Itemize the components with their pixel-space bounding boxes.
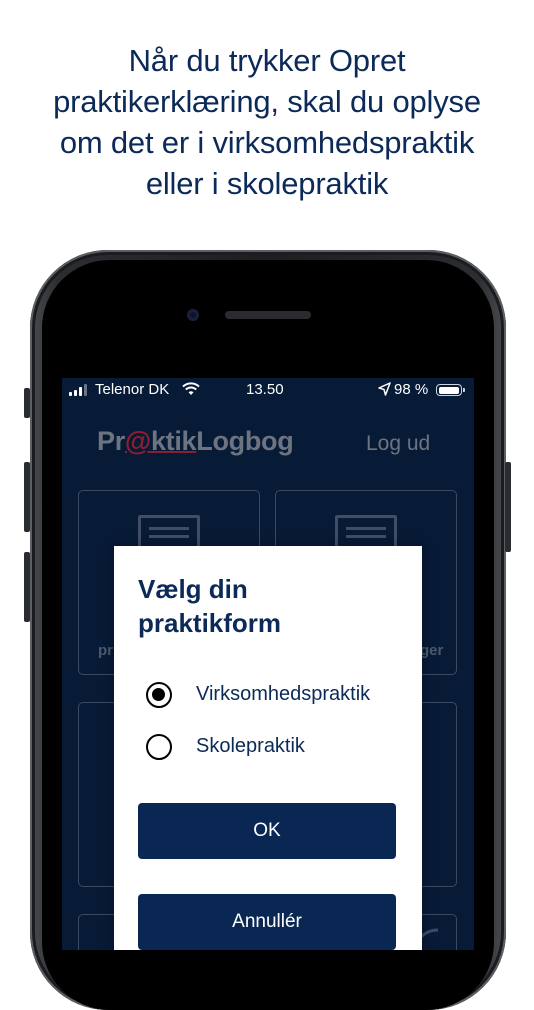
headline-line: praktikerklæring, skal du oplyse (53, 84, 481, 119)
volume-down-button (24, 552, 30, 622)
logo-at-sign: @ (124, 426, 151, 456)
radio-label[interactable]: Skolepraktik (196, 735, 305, 758)
wifi-icon (182, 382, 200, 395)
earpiece-speaker (225, 311, 311, 319)
headline-line: eller i skolepraktik (145, 166, 389, 201)
logo-text: Logbog (196, 426, 294, 456)
battery-percentage: 98 % (394, 381, 429, 398)
tile-label: ger (420, 642, 444, 659)
praktikform-dialog: Vælg din praktikform Virksomhedspraktik … (114, 546, 422, 950)
headline: Når du trykker Opret praktikerklæring, s… (0, 40, 534, 204)
status-time: 13.50 (246, 381, 284, 398)
tile-label: pr (98, 642, 113, 659)
radio-checked-icon[interactable] (146, 682, 172, 708)
logo-text: Pr (97, 426, 125, 456)
logout-link[interactable]: Log ud (366, 432, 430, 456)
radio-option-skolepraktik[interactable]: Skolepraktik (146, 732, 416, 762)
location-arrow-icon (378, 382, 391, 396)
power-button (505, 462, 511, 552)
radio-option-virksomhedspraktik[interactable]: Virksomhedspraktik (146, 680, 416, 710)
volume-up-button (24, 462, 30, 532)
signal-icon (69, 384, 87, 396)
headline-line: om det er i virksomhedspraktik (59, 125, 475, 160)
cancel-button[interactable]: Annullér (138, 894, 396, 950)
app-logo: Pr@ktikLogbog (97, 426, 294, 457)
front-camera (187, 309, 199, 321)
mute-switch (24, 388, 30, 418)
headline-line: Når du trykker Opret (128, 43, 406, 78)
battery-icon (436, 384, 465, 396)
logo-text: ktik (150, 426, 197, 456)
app-header: Pr@ktikLogbog Log ud (62, 418, 474, 468)
dialog-title: Vælg din praktikform (138, 574, 282, 638)
ok-button[interactable]: OK (138, 803, 396, 859)
status-bar: Telenor DK 13.50 98 % (62, 378, 474, 404)
radio-label[interactable]: Virksomhedspraktik (196, 683, 370, 706)
carrier-name: Telenor DK (95, 381, 170, 398)
radio-unchecked-icon[interactable] (146, 734, 172, 760)
